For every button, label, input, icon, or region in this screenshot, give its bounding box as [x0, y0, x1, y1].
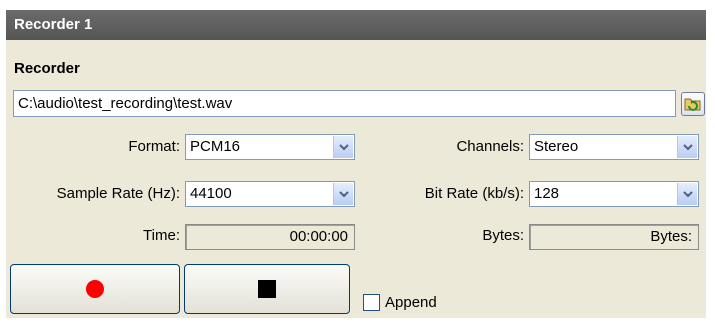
file-path-input[interactable] [13, 90, 676, 117]
record-button[interactable] [10, 264, 180, 314]
time-label: Time: [143, 227, 180, 244]
window-title: Recorder 1 [6, 10, 706, 40]
chevron-down-icon [677, 136, 697, 158]
bytes-value: Bytes: [650, 228, 692, 245]
browse-button[interactable] [681, 92, 705, 116]
format-select[interactable]: PCM16 [185, 134, 355, 160]
bit-rate-select[interactable]: 128 [529, 181, 699, 207]
bit-rate-value: 128 [534, 185, 560, 202]
folder-refresh-icon [684, 98, 701, 111]
format-label: Format: [128, 138, 180, 155]
format-value: PCM16 [190, 138, 241, 155]
bytes-label: Bytes: [482, 227, 524, 244]
section-label: Recorder [14, 60, 80, 77]
append-label: Append [385, 294, 437, 311]
channels-select[interactable]: Stereo [529, 134, 699, 160]
sample-rate-label: Sample Rate (Hz): [56, 185, 180, 202]
channels-label: Channels: [456, 138, 524, 155]
bit-rate-label: Bit Rate (kb/s): [424, 185, 524, 202]
time-value: 00:00:00 [289, 228, 348, 245]
chevron-down-icon [677, 183, 697, 205]
bytes-readout: Bytes: [529, 224, 699, 250]
chevron-down-icon [333, 183, 353, 205]
sample-rate-select[interactable]: 44100 [185, 181, 355, 207]
append-checkbox[interactable] [363, 294, 380, 311]
stop-button[interactable] [184, 264, 350, 314]
record-icon [86, 280, 104, 298]
channels-value: Stereo [534, 138, 579, 155]
chevron-down-icon [333, 136, 353, 158]
time-readout: 00:00:00 [185, 224, 355, 250]
sample-rate-value: 44100 [190, 185, 232, 202]
recorder-panel: Recorder 1 Recorder Format: PCM16 Channe… [6, 10, 706, 318]
stop-icon [258, 280, 276, 298]
